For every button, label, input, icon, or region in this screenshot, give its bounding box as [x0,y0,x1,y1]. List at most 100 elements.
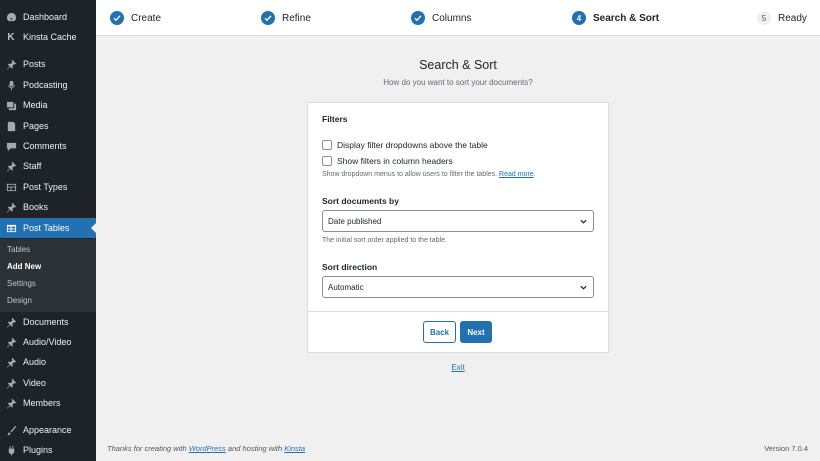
menu-staff[interactable]: Staff [0,156,96,176]
menu-audio-video[interactable]: Audio/Video [0,332,96,352]
dashboard-icon [5,11,17,23]
menu-label: Staff [23,161,42,171]
footer-text: and hosting with [227,444,283,453]
filter-dropdowns-checkbox[interactable] [322,140,332,150]
menu-label: Books [23,202,49,212]
step-label: Ready [778,12,807,24]
filters-help-text: Show dropdown menus to allow users to fi… [322,171,536,178]
step-create[interactable]: Create [110,10,161,26]
menu-media[interactable]: Media [0,95,96,115]
step-number: 5 [757,11,771,25]
checkmark-icon [411,11,425,25]
menu-label: Media [23,100,48,110]
menu-documents[interactable]: Documents [0,312,96,332]
menu-label: Post Tables [23,223,70,233]
filter-dropdowns-option[interactable]: Display filter dropdowns above the table [322,139,488,151]
step-number: 4 [572,11,586,25]
post-tables-submenu: Tables Add New Settings Design [0,239,96,312]
menu-label: Video [23,378,46,388]
step-columns[interactable]: Columns [411,10,471,26]
checkmark-icon [110,11,124,25]
media-icon [5,99,17,111]
menu-label: Appearance [23,425,72,435]
menu-posts[interactable]: Posts [0,54,96,74]
microphone-icon [5,79,17,91]
filters-label: Filters [322,114,348,124]
table-icon [5,222,17,234]
card-divider [308,311,608,312]
step-search-sort[interactable]: 4 Search & Sort [572,10,659,26]
brush-icon [5,424,17,436]
menu-post-tables[interactable]: Post Tables [0,218,96,238]
sort-help-text: The initial sort order applied to the ta… [322,237,447,244]
menu-audio[interactable]: Audio [0,352,96,372]
pin-icon [5,58,17,70]
sort-by-label: Sort documents by [322,196,399,206]
menu-label: Plugins [23,445,53,455]
column-header-filters-checkbox[interactable] [322,156,332,166]
step-refine[interactable]: Refine [261,10,311,26]
menu-pages[interactable]: Pages [0,116,96,136]
menu-label: Posts [23,59,46,69]
menu-label: Podcasting [23,80,68,90]
chevron-down-icon [580,219,587,224]
checkbox-label: Show filters in column headers [337,156,453,166]
menu-podcasting[interactable]: Podcasting [0,75,96,95]
menu-kinsta-cache[interactable]: K Kinsta Cache [0,27,96,47]
setup-wizard-stepper: Create Refine Columns 4 Search & Sort 5 … [96,0,820,36]
read-more-link[interactable]: Read more [499,171,534,178]
menu-dashboard[interactable]: Dashboard [0,7,96,27]
plugin-icon [5,444,17,456]
next-button[interactable]: Next [460,321,492,343]
pin-icon [5,160,17,172]
page-icon [5,120,17,132]
menu-video[interactable]: Video [0,373,96,393]
column-header-filters-option[interactable]: Show filters in column headers [322,155,453,167]
submenu-add-new[interactable]: Add New [7,262,41,271]
menu-comments[interactable]: Comments [0,136,96,156]
menu-label: Audio [23,357,47,367]
sort-direction-label: Sort direction [322,262,378,272]
menu-label: Audio/Video [23,337,72,347]
checkmark-icon [261,11,275,25]
pin-icon [5,377,17,389]
menu-label: Dashboard [23,12,68,22]
page-title: Search & Sort [419,58,497,72]
footer-credits: Thanks for creating with WordPress and h… [107,444,305,453]
submenu-design[interactable]: Design [7,296,32,305]
kinsta-icon: K [7,31,15,43]
pin-icon [5,356,17,368]
pin-icon [5,201,17,213]
wordpress-link[interactable]: WordPress [189,444,226,453]
menu-plugins[interactable]: Plugins [0,440,96,460]
page-subtitle: How do you want to sort your documents? [383,78,533,87]
menu-books[interactable]: Books [0,197,96,217]
submenu-tables[interactable]: Tables [7,245,30,254]
menu-appearance[interactable]: Appearance [0,420,96,440]
step-label: Refine [282,12,311,24]
kinsta-link[interactable]: Kinsta [284,444,305,453]
menu-label: Members [23,398,61,408]
submenu-settings[interactable]: Settings [7,279,36,288]
menu-label: Pages [23,121,49,131]
search-sort-card: Filters Display filter dropdowns above t… [307,102,609,353]
step-label: Create [131,12,162,24]
menu-members[interactable]: Members [0,393,96,413]
exit-link[interactable]: Exit [308,363,608,372]
step-label: Columns [432,12,472,24]
menu-post-types[interactable]: Post Types [0,177,96,197]
pin-icon [5,336,17,348]
post-types-icon [5,181,17,193]
filters-help: Show dropdown menus to allow users to fi… [322,171,498,178]
footer-text: Thanks for creating with [107,444,187,453]
sort-direction-value: Automatic [328,282,364,292]
sort-by-select[interactable]: Date published [322,210,594,232]
checkbox-label: Display filter dropdowns above the table [337,140,488,150]
back-button[interactable]: Back [423,321,456,343]
step-label: Search & Sort [593,12,660,24]
version-text: Version 7.0.4 [764,444,808,453]
pin-icon [5,316,17,328]
step-ready[interactable]: 5 Ready [757,10,807,26]
pin-icon [5,397,17,409]
sort-direction-select[interactable]: Automatic [322,276,594,298]
